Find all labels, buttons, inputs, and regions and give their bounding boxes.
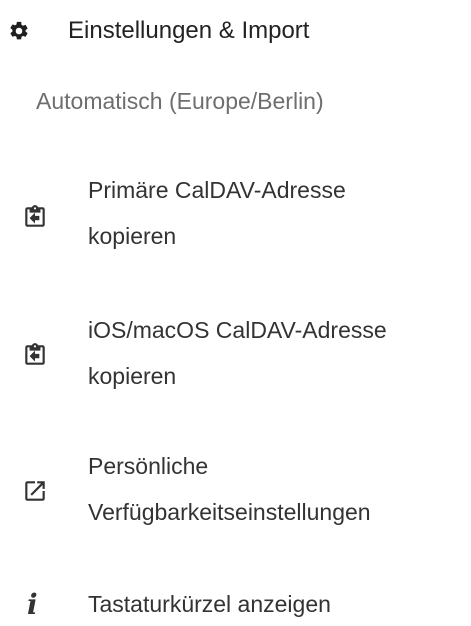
clipboard-arrow-icon <box>25 205 45 227</box>
item-label-line1: Primäre CalDAV-Adresse <box>88 177 346 203</box>
open-in-new-icon <box>25 481 45 501</box>
copy-primary-caldav-button[interactable]: Primäre CalDAV-Adresse kopieren <box>0 168 471 268</box>
show-keyboard-shortcuts-button[interactable]: i Tastaturkürzel anzeigen <box>0 582 471 626</box>
item-label-line1: Persönliche <box>88 453 209 479</box>
copy-ios-macos-caldav-button[interactable]: iOS/macOS CalDAV-Adresse kopieren <box>0 308 471 408</box>
timezone-setting[interactable]: Automatisch (Europe/Berlin) <box>36 85 324 117</box>
item-label-line2: kopieren <box>88 363 177 389</box>
personal-availability-settings-link[interactable]: Persönliche Verfügbarkeitseinstellungen <box>0 444 471 544</box>
item-label-line2: kopieren <box>88 223 177 249</box>
item-label-line1: iOS/macOS CalDAV-Adresse <box>88 317 387 343</box>
clipboard-arrow-icon <box>25 343 45 365</box>
item-label-line2: Verfügbarkeitseinstellungen <box>88 499 371 525</box>
settings-import-header[interactable]: Einstellungen & Import <box>0 0 471 62</box>
item-label: Tastaturkürzel anzeigen <box>88 591 331 617</box>
info-icon: i <box>27 588 38 621</box>
gear-icon <box>10 21 28 40</box>
section-title: Einstellungen & Import <box>68 17 310 44</box>
